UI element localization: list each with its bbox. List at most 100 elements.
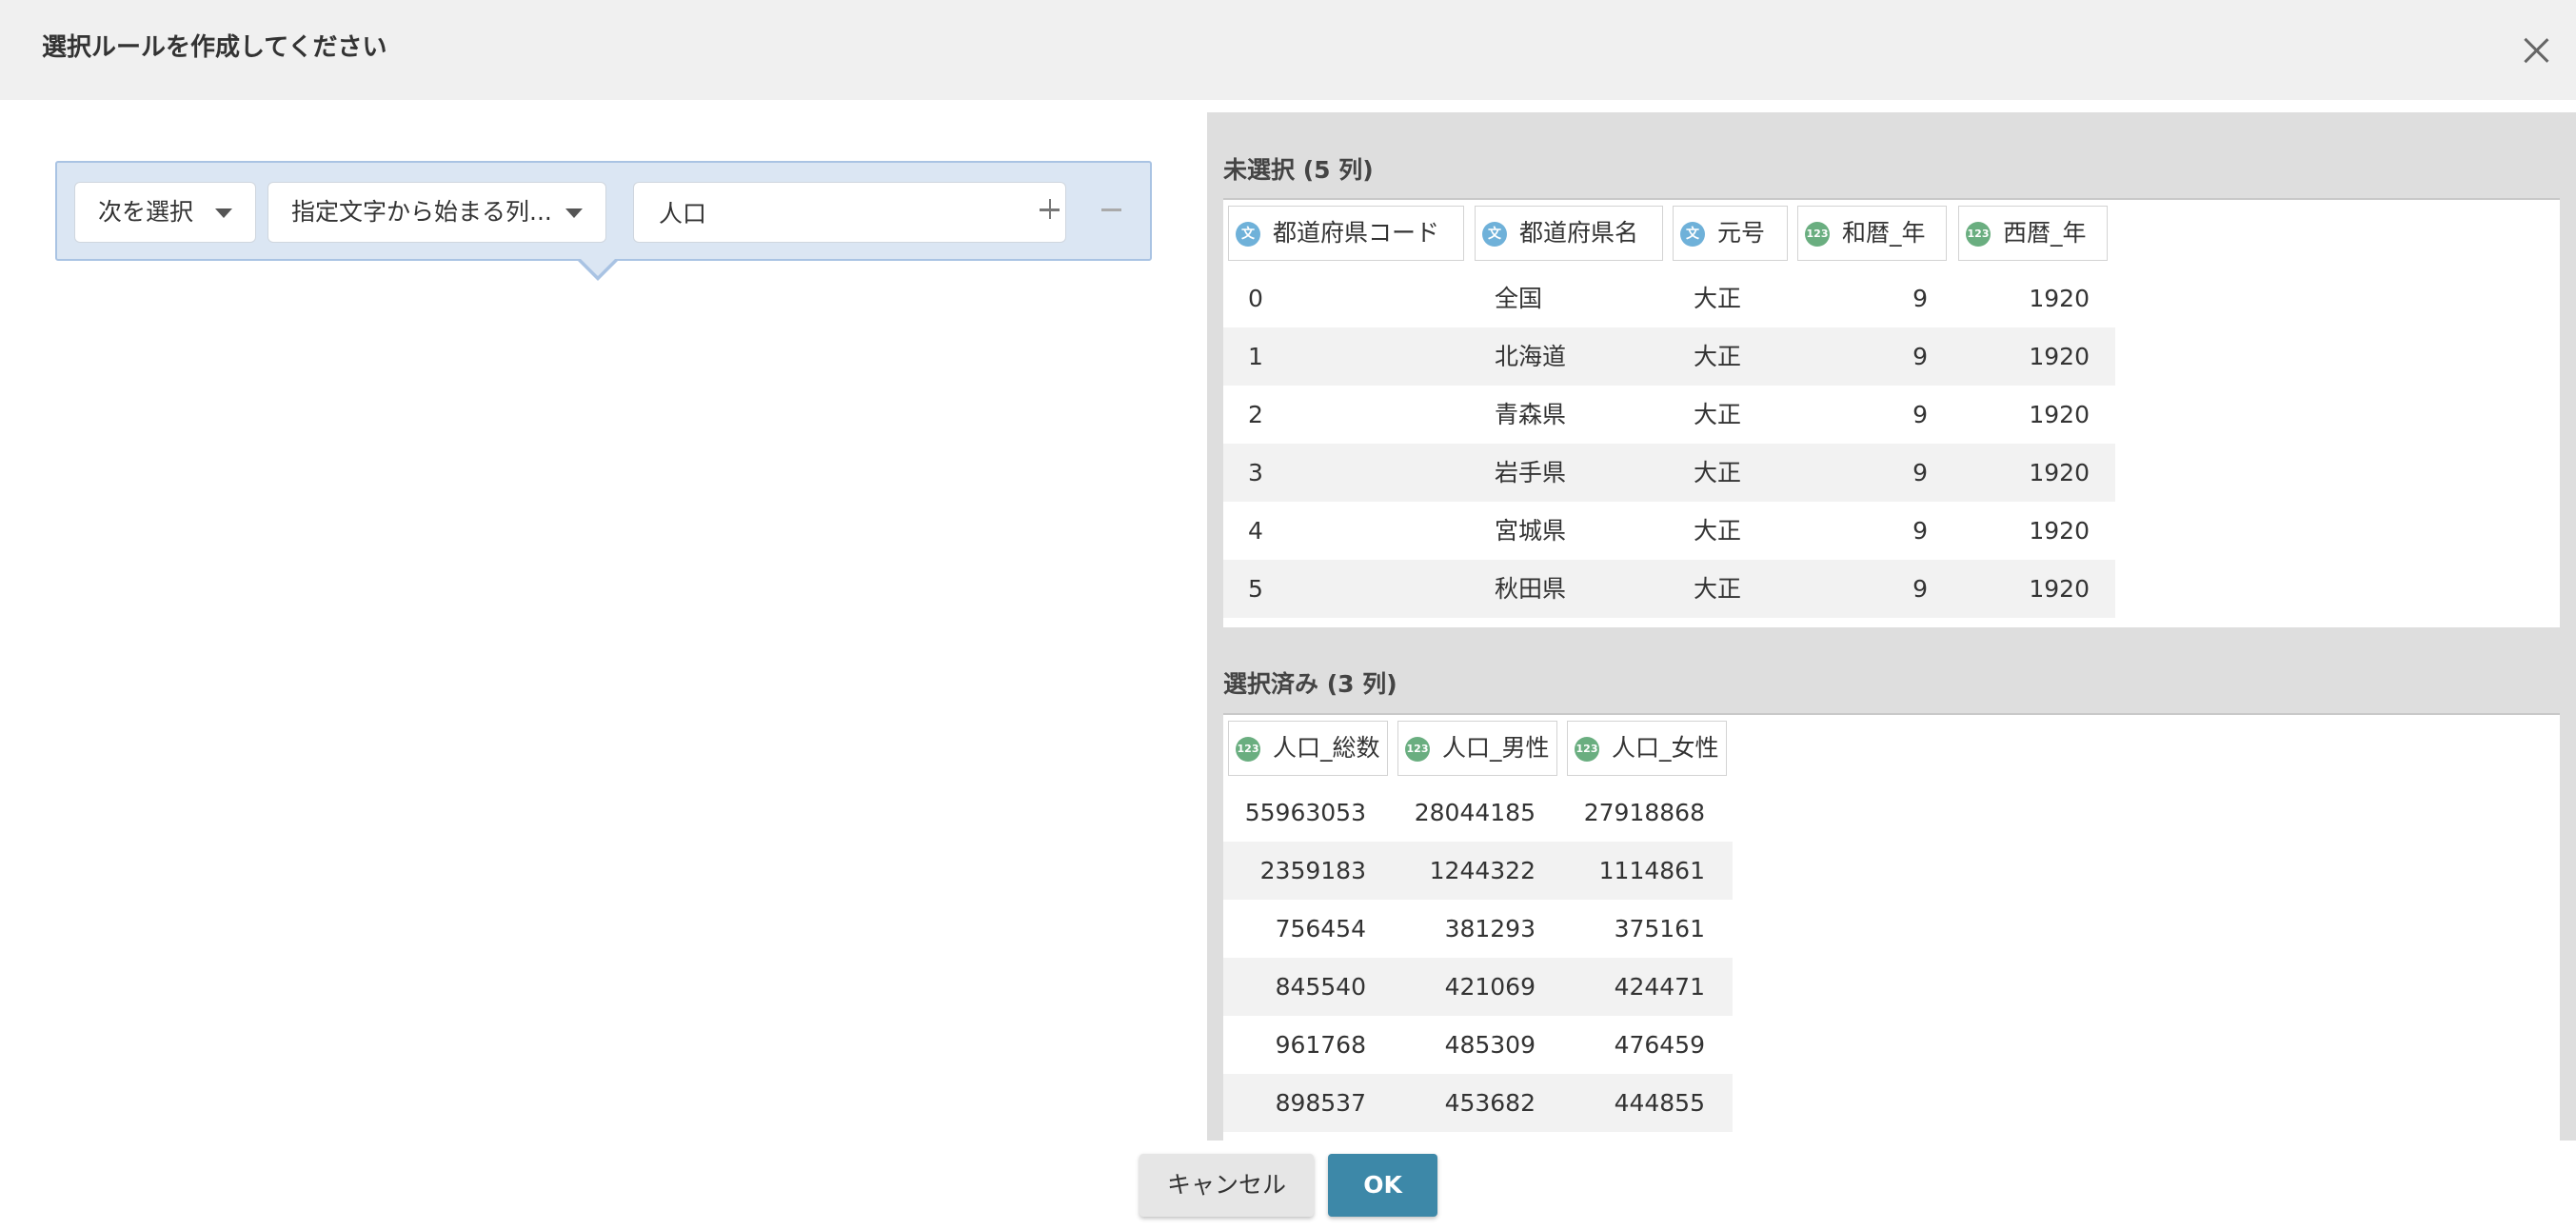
table-cell: 9 [1912, 285, 1928, 312]
column-header-label: 都道府県コード [1273, 219, 1440, 247]
table-row: 0 全国 大正 9 1920 [1223, 269, 2115, 327]
table-row: 898537 453682 444855 [1223, 1074, 1733, 1132]
column-header-label: 元号 [1717, 219, 1766, 247]
selected-table: 123 人口_総数 123 人口_男性 123 人口_女性 55963053 2… [1223, 713, 2560, 1141]
number-type-icon: 123 [1575, 737, 1599, 762]
dialog-header: 選択ルールを作成してください [0, 0, 2576, 100]
table-cell: 421069 [1444, 973, 1536, 1001]
string-type-icon: 文 [1680, 222, 1705, 247]
table-cell: 大正 [1694, 459, 1742, 486]
table-cell: 27918868 [1583, 799, 1705, 826]
table-cell: 3 [1248, 459, 1263, 486]
table-row: 55963053 28044185 27918868 [1223, 784, 1733, 842]
table-cell: 476459 [1614, 1031, 1705, 1059]
table-cell: 大正 [1694, 343, 1742, 370]
table-cell: 28044185 [1414, 799, 1536, 826]
close-icon[interactable] [2519, 32, 2553, 67]
column-header[interactable]: 文 都道府県コード [1228, 206, 1464, 261]
rule-pointer-fill [580, 258, 616, 276]
table-cell: 1920 [2029, 285, 2090, 312]
column-header[interactable]: 123 人口_男性 [1397, 721, 1557, 776]
table-cell: 青森県 [1495, 401, 1567, 428]
table-cell: 大正 [1694, 575, 1742, 603]
table-row: 3 岩手県 大正 9 1920 [1223, 444, 2115, 502]
table-cell: 845540 [1275, 973, 1366, 1001]
table-cell: 北海道 [1495, 343, 1567, 370]
column-header-label: 人口_男性 [1442, 734, 1550, 762]
table-cell: 1244322 [1429, 857, 1536, 884]
table-cell: 大正 [1694, 285, 1742, 312]
table-row: 2 青森県 大正 9 1920 [1223, 386, 2115, 444]
number-type-icon: 123 [1805, 222, 1830, 247]
table-cell: 5 [1248, 575, 1263, 603]
table-cell: 424471 [1614, 973, 1705, 1001]
table-cell: 9 [1912, 459, 1928, 486]
unselected-section-title: 未選択 (5 列) [1223, 156, 1374, 184]
table-cell: 1920 [2029, 459, 2090, 486]
chevron-down-icon [565, 208, 583, 218]
chevron-down-icon [215, 208, 232, 218]
table-cell: 1920 [2029, 517, 2090, 545]
table-cell: 961768 [1275, 1031, 1366, 1059]
remove-rule-icon[interactable] [1097, 195, 1125, 224]
table-row: 1 北海道 大正 9 1920 [1223, 327, 2115, 386]
table-cell: 898537 [1275, 1089, 1366, 1117]
table-cell: 2 [1248, 401, 1263, 428]
add-rule-icon[interactable] [1035, 195, 1063, 224]
table-cell: 0 [1248, 285, 1263, 312]
table-cell: 375161 [1614, 915, 1705, 942]
column-header-label: 和暦_年 [1842, 219, 1926, 247]
mode-select[interactable]: 次を選択 [74, 182, 256, 243]
condition-select-value: 指定文字から始まる列... [291, 198, 552, 226]
table-cell: 1920 [2029, 401, 2090, 428]
column-header[interactable]: 123 人口_女性 [1567, 721, 1727, 776]
table-cell: 宮城県 [1495, 517, 1567, 545]
table-cell: 9 [1912, 575, 1928, 603]
column-header[interactable]: 文 都道府県名 [1475, 206, 1663, 261]
table-cell: 756454 [1275, 915, 1366, 942]
number-type-icon: 123 [1236, 737, 1260, 762]
table-cell: 4 [1248, 517, 1263, 545]
table-cell: 大正 [1694, 401, 1742, 428]
column-header[interactable]: 123 西暦_年 [1958, 206, 2108, 261]
table-row: 845540 421069 424471 [1223, 958, 1733, 1016]
column-header[interactable]: 123 人口_総数 [1228, 721, 1388, 776]
table-cell: 秋田県 [1495, 575, 1567, 603]
table-cell: 大正 [1694, 517, 1742, 545]
table-row: 4 宮城県 大正 9 1920 [1223, 502, 2115, 560]
column-header[interactable]: 文 元号 [1673, 206, 1788, 261]
table-cell: 381293 [1444, 915, 1536, 942]
selected-section-title: 選択済み (3 列) [1223, 670, 1397, 698]
table-cell: 453682 [1444, 1089, 1536, 1117]
column-header-label: 都道府県名 [1519, 219, 1639, 247]
table-cell: 岩手県 [1495, 459, 1567, 486]
table-cell: 1920 [2029, 575, 2090, 603]
table-row: 961768 485309 476459 [1223, 1016, 1733, 1074]
table-row: 2359183 1244322 1114861 [1223, 842, 1733, 900]
string-type-icon: 文 [1482, 222, 1507, 247]
column-header-label: 人口_総数 [1273, 734, 1380, 762]
string-type-icon: 文 [1236, 222, 1260, 247]
table-cell: 9 [1912, 401, 1928, 428]
table-cell: 1920 [2029, 343, 2090, 370]
table-row: 756454 381293 375161 [1223, 900, 1733, 958]
table-cell: 9 [1912, 343, 1928, 370]
cancel-button[interactable]: キャンセル [1139, 1154, 1314, 1217]
mode-select-value: 次を選択 [98, 198, 194, 226]
table-cell: 55963053 [1244, 799, 1366, 826]
table-cell: 2359183 [1259, 857, 1366, 884]
ok-button[interactable]: OK [1328, 1154, 1437, 1217]
table-row: 5 秋田県 大正 9 1920 [1223, 560, 2115, 618]
condition-select[interactable]: 指定文字から始まる列... [268, 182, 606, 243]
table-cell: 1114861 [1598, 857, 1705, 884]
rule-value-input[interactable] [633, 182, 1066, 243]
table-cell: 485309 [1444, 1031, 1536, 1059]
column-header[interactable]: 123 和暦_年 [1797, 206, 1947, 261]
rule-row: 次を選択 指定文字から始まる列... [55, 161, 1152, 261]
table-cell: 1 [1248, 343, 1263, 370]
table-cell: 9 [1912, 517, 1928, 545]
column-header-label: 西暦_年 [2003, 219, 2087, 247]
column-preview-pane[interactable]: 未選択 (5 列) 文 都道府県コード 文 都道府県名 文 元号 123 和暦_… [1207, 112, 2576, 1141]
column-header-label: 人口_女性 [1612, 734, 1719, 762]
number-type-icon: 123 [1405, 737, 1430, 762]
